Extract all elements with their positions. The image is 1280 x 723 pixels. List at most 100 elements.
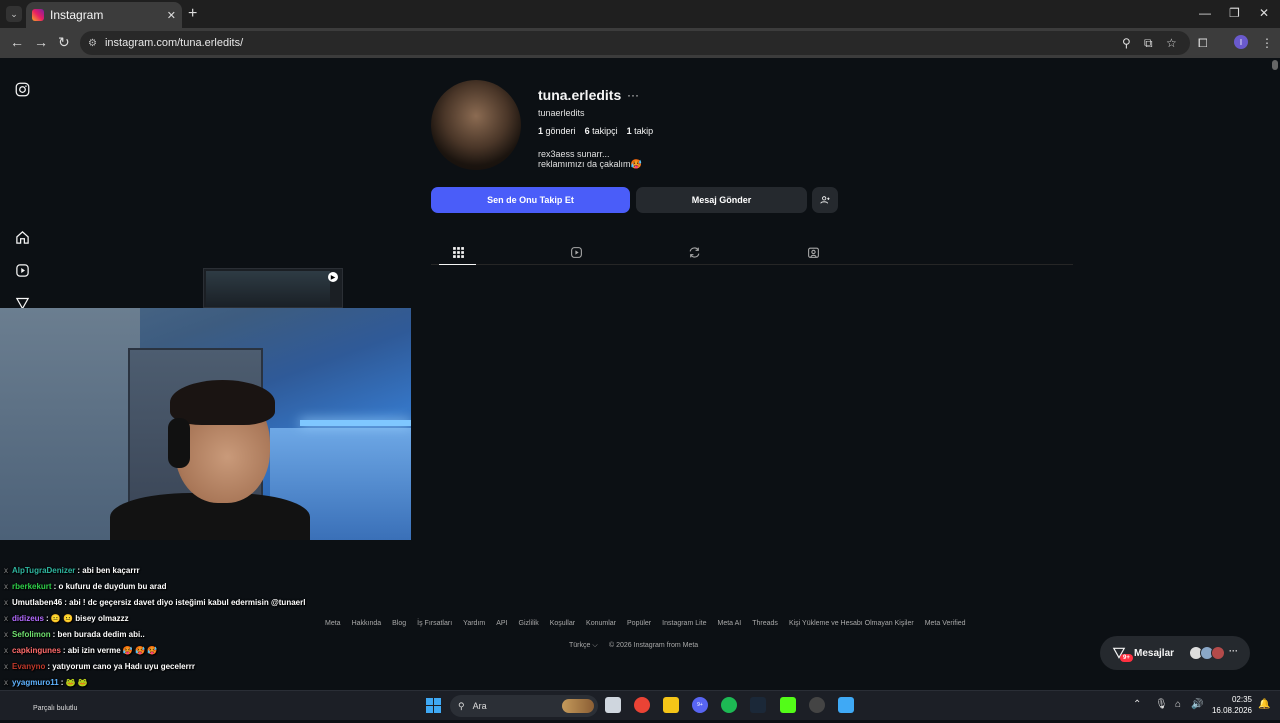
chat-username[interactable]: Umutlaben46 bbox=[12, 598, 62, 607]
notepad-icon[interactable] bbox=[838, 697, 854, 713]
taskbar-search[interactable]: ⚲ Ara bbox=[450, 695, 598, 717]
discord-icon[interactable]: 9+ bbox=[692, 697, 708, 713]
following-stat[interactable]: 1 takip bbox=[627, 126, 654, 136]
chat-message: x yyagmuro11: 🐸 🐸 bbox=[4, 675, 364, 691]
tab-tagged-icon[interactable] bbox=[805, 244, 821, 260]
chat-badge-icon: x bbox=[4, 598, 8, 607]
clock[interactable]: 02:35 16.08.2026 bbox=[1206, 694, 1252, 716]
profile-full-name: tunaerledits bbox=[538, 108, 585, 118]
footer-link[interactable]: Gizlilik bbox=[519, 620, 539, 627]
footer-link[interactable]: Threads bbox=[752, 620, 778, 627]
chat-username[interactable]: Evanyno bbox=[12, 662, 45, 671]
tab-title: Instagram bbox=[50, 8, 104, 22]
minimize-button[interactable]: — bbox=[1199, 6, 1211, 20]
extensions-icon[interactable]: ⧠ bbox=[1198, 36, 1208, 51]
back-icon[interactable]: ← bbox=[10, 34, 24, 50]
instagram-logo-icon[interactable] bbox=[13, 80, 31, 98]
footer-link[interactable]: Kişi Yükleme ve Hesabı Olmayan Kişiler bbox=[789, 620, 914, 627]
hair bbox=[170, 380, 275, 425]
messages-badge: 9+ bbox=[1120, 654, 1133, 662]
instagram-favicon-icon bbox=[32, 9, 44, 21]
weather-text[interactable]: Parçalı bulutlu bbox=[33, 705, 77, 712]
tab-posts-grid-icon[interactable] bbox=[450, 244, 466, 260]
footer-link[interactable]: Instagram Lite bbox=[662, 620, 706, 627]
new-tab-button[interactable]: + bbox=[188, 5, 197, 23]
volume-icon[interactable]: 🔊 bbox=[1191, 699, 1203, 710]
steam-icon[interactable] bbox=[750, 697, 766, 713]
reels-icon[interactable] bbox=[13, 261, 31, 279]
microphone-icon[interactable]: 🎙 bbox=[1155, 699, 1168, 710]
chat-message: x Evanyno: yatıyorum cano ya Hadı uyu gec… bbox=[4, 659, 364, 675]
site-info-icon[interactable]: ⚙ bbox=[88, 38, 97, 49]
zoom-icon[interactable]: ⚲ bbox=[1122, 36, 1131, 50]
bio-line: reklamımızı da çakalım🥵 bbox=[538, 159, 642, 169]
followers-stat[interactable]: 6 takipçi bbox=[585, 126, 618, 136]
chat-badge-icon: x bbox=[4, 566, 8, 575]
tab-close-icon[interactable]: ✕ bbox=[167, 9, 176, 22]
file-explorer-icon[interactable] bbox=[663, 697, 679, 713]
chat-username[interactable]: capkingunes bbox=[12, 646, 61, 655]
footer-link[interactable]: Popüler bbox=[627, 620, 651, 627]
spotify-icon[interactable] bbox=[721, 697, 737, 713]
follow-back-button[interactable]: Sen de Onu Takip Et bbox=[431, 187, 630, 213]
url-text: instagram.com/tuna.erledits/ bbox=[104, 37, 244, 49]
avatar bbox=[1211, 646, 1225, 660]
forward-icon[interactable]: → bbox=[34, 34, 48, 50]
kick-icon[interactable] bbox=[780, 697, 796, 713]
obs-icon[interactable] bbox=[809, 697, 825, 713]
chat-username[interactable]: Sefolimon bbox=[12, 630, 51, 639]
reload-icon[interactable]: ↻ bbox=[58, 34, 70, 51]
chat-username[interactable]: yyagmuro11 bbox=[12, 678, 59, 687]
tab-search-icon[interactable]: ⌄ bbox=[6, 6, 22, 22]
tab-instagram[interactable]: Instagram ✕ bbox=[26, 2, 182, 28]
language-select[interactable]: Türkçe ⌵ bbox=[569, 642, 598, 650]
streamer bbox=[110, 380, 310, 540]
search-highlight-image bbox=[562, 699, 594, 713]
cast-icon[interactable]: ⧉ bbox=[1144, 36, 1153, 51]
chat-username[interactable]: AlpTugraDenizer bbox=[12, 566, 75, 575]
footer-link[interactable]: API bbox=[496, 620, 507, 627]
send-message-button[interactable]: Mesaj Gönder bbox=[636, 187, 807, 213]
footer-link[interactable]: Yardım bbox=[463, 620, 485, 627]
menu-icon[interactable]: ⋮ bbox=[1261, 36, 1273, 50]
windows-start-icon[interactable] bbox=[426, 698, 441, 713]
more-icon: ··· bbox=[1229, 646, 1238, 656]
chat-username[interactable]: rberkekurt bbox=[12, 582, 52, 591]
footer-link[interactable]: Meta Verified bbox=[925, 620, 966, 627]
options-icon[interactable]: ··· bbox=[627, 88, 639, 102]
footer-link[interactable]: Meta AI bbox=[718, 620, 742, 627]
maximize-button[interactable]: ❐ bbox=[1229, 6, 1240, 20]
suggested-users-button[interactable] bbox=[812, 187, 838, 213]
page-scrollbar[interactable] bbox=[1272, 60, 1278, 70]
profile-avatar-image[interactable] bbox=[431, 80, 521, 170]
thumbnail-image bbox=[206, 271, 330, 307]
discord-badge: 9+ bbox=[697, 702, 703, 708]
tab-reposts-icon[interactable] bbox=[686, 244, 702, 260]
chat-text: : 😐 😐 bisey olmazzz bbox=[46, 614, 129, 623]
close-window-button[interactable]: ✕ bbox=[1259, 6, 1269, 20]
chrome-icon[interactable] bbox=[634, 697, 650, 713]
time: 02:35 bbox=[1231, 695, 1252, 704]
star-icon[interactable]: ☆ bbox=[1166, 36, 1177, 50]
footer-link[interactable]: İş Fırsatları bbox=[417, 620, 452, 627]
chat-username[interactable]: didizeus bbox=[12, 614, 44, 623]
webcam-overlay bbox=[0, 308, 411, 540]
chat-text: : abi izin verme 🥵 🥵 🥵 bbox=[62, 646, 158, 655]
footer-link[interactable]: Koşullar bbox=[550, 620, 575, 627]
network-icon[interactable]: ⌂ bbox=[1175, 699, 1181, 710]
footer-link[interactable]: Blog bbox=[392, 620, 406, 627]
chat-text: : abi ! dc geçersiz davet diyo isteğimi … bbox=[64, 598, 306, 607]
address-bar[interactable]: ⚙ instagram.com/tuna.erledits/ bbox=[80, 31, 1190, 55]
messages-drawer-button[interactable]: 9+ Mesajlar ··· bbox=[1100, 636, 1250, 670]
search-placeholder: Ara bbox=[472, 701, 487, 711]
home-icon[interactable] bbox=[13, 228, 31, 246]
chat-badge-icon: x bbox=[4, 678, 8, 687]
notifications-icon[interactable]: 🔔 bbox=[1258, 699, 1270, 710]
video-thumbnail[interactable]: ▶ bbox=[203, 268, 343, 308]
tab-reels-icon[interactable] bbox=[568, 244, 584, 260]
chat-badge-icon: x bbox=[4, 614, 8, 623]
tray-chevron-icon[interactable]: ⌃ bbox=[1133, 699, 1141, 710]
profile-avatar[interactable]: I bbox=[1234, 35, 1248, 49]
task-view-icon[interactable] bbox=[605, 697, 621, 713]
footer-link[interactable]: Konumlar bbox=[586, 620, 616, 627]
